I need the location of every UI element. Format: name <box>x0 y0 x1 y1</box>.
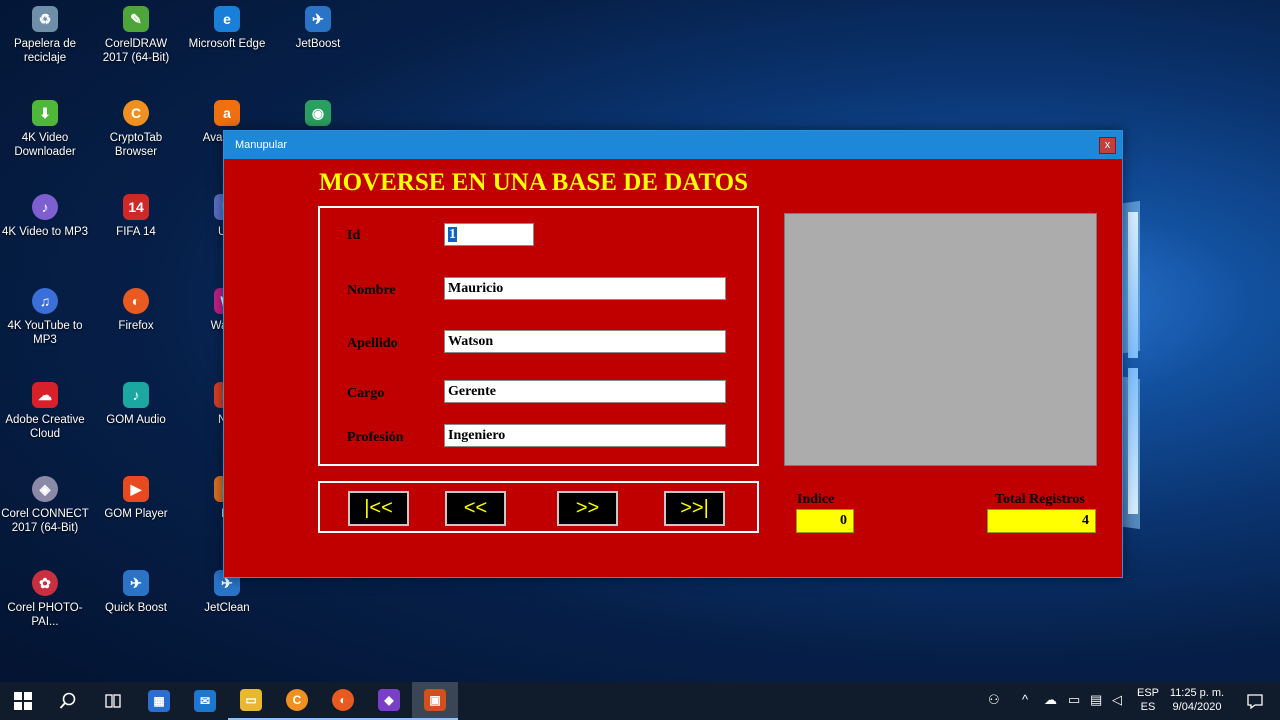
firefox-icon: ◐ <box>123 288 149 314</box>
app-globe-icon: ◉ <box>305 100 331 126</box>
4k-video-to-mp3-icon: ♪ <box>32 194 58 220</box>
record-fields-frame: Id 1 Nombre Mauricio Apellido Watson Car… <box>318 206 759 466</box>
previous-record-button[interactable]: << <box>445 491 506 526</box>
language-bottom: ES <box>1140 701 1156 713</box>
next-record-button[interactable]: >> <box>557 491 618 526</box>
network-icon[interactable]: ▤ <box>1090 692 1102 708</box>
task-view-button[interactable] <box>90 682 136 720</box>
indice-label: Indice <box>797 492 835 507</box>
taskbar-file-explorer[interactable]: ▭ <box>228 682 274 720</box>
taskbar: ▦ ✉ ▭ C ◐ ◆ ▣ ⚇ ^ ☁ ▭ ▤ ◁ ESP ES 11:25 p… <box>0 682 1280 720</box>
form-heading: MOVERSE EN UNA BASE DE DATOS <box>319 169 749 196</box>
desktop-icon-edge[interactable]: e Microsoft Edge <box>182 6 272 51</box>
desktop-icon-4k-video-to-mp3[interactable]: ♪ 4K Video to MP3 <box>0 194 90 239</box>
fifa-icon: 14 <box>123 194 149 220</box>
language-top: ESP <box>1136 687 1159 699</box>
quick-boost-icon: ✈ <box>123 570 149 596</box>
taskbar-running-app[interactable]: ▣ <box>412 682 458 720</box>
app-window: Manupular x MOVERSE EN UNA BASE DE DATOS… <box>223 130 1123 578</box>
desktop-icon-globe-app[interactable]: ◉ <box>273 100 363 131</box>
running-app-icon: ▣ <box>424 689 446 711</box>
first-record-button[interactable]: |<< <box>348 491 409 526</box>
4k-video-downloader-icon: ⬇ <box>32 100 58 126</box>
nombre-label: Nombre <box>347 283 396 298</box>
taskbar-mail[interactable]: ✉ <box>182 682 228 720</box>
taskbar-firefox[interactable]: ◐ <box>320 682 366 720</box>
desktop-icon-firefox[interactable]: ◐ Firefox <box>91 288 181 333</box>
clock-time: 11:25 p. m. <box>1169 687 1225 699</box>
desktop-icon-4k-video-downloader[interactable]: ⬇ 4K Video Downloader <box>0 100 90 159</box>
notification-center-button[interactable] <box>1232 682 1278 720</box>
desktop-icon-corel-photo-paint[interactable]: ✿ Corel PHOTO-PAI... <box>0 570 90 629</box>
taskbar-visual-studio[interactable]: ◆ <box>366 682 412 720</box>
desktop-icon-cryptotab[interactable]: C CryptoTab Browser <box>91 100 181 159</box>
id-label: Id <box>347 228 361 243</box>
close-button[interactable]: x <box>1099 137 1116 154</box>
mail-icon: ✉ <box>194 690 216 712</box>
recycle-bin-icon: ♻ <box>32 6 58 32</box>
jetboost-icon: ✈ <box>305 6 331 32</box>
nombre-field[interactable]: Mauricio <box>444 277 726 300</box>
window-client-area: MOVERSE EN UNA BASE DE DATOS Id 1 Nombre… <box>229 159 1117 574</box>
people-icon[interactable]: ⚇ <box>988 692 1000 708</box>
navigation-frame: |<< << >> >>| <box>318 481 759 533</box>
corel-connect-icon: ◈ <box>32 476 58 502</box>
search-icon <box>59 692 76 709</box>
corel-photopaint-icon: ✿ <box>32 570 58 596</box>
window-titlebar[interactable]: Manupular x <box>224 131 1122 159</box>
desktop-icon-fifa-14[interactable]: 14 FIFA 14 <box>91 194 181 239</box>
last-record-button[interactable]: >>| <box>664 491 725 526</box>
profesion-label: Profesión <box>347 430 404 445</box>
notification-icon <box>1247 694 1263 710</box>
photo-placeholder <box>784 213 1097 466</box>
visual-studio-icon: ◆ <box>378 689 400 711</box>
window-title: Manupular <box>235 139 287 151</box>
id-field[interactable]: 1 <box>444 223 534 246</box>
total-registros-label: Total Registros <box>995 492 1085 507</box>
battery-icon[interactable]: ▭ <box>1068 692 1080 708</box>
4k-youtube-to-mp3-icon: ♫ <box>32 288 58 314</box>
cryptotab-icon: C <box>123 100 149 126</box>
start-windows-icon <box>14 692 32 710</box>
wallpaper-beam-edge-upper <box>1128 212 1138 358</box>
profesion-field[interactable]: Ingeniero <box>444 424 726 447</box>
desktop-icon-coreldraw[interactable]: ✎ CorelDRAW 2017 (64-Bit) <box>91 6 181 65</box>
store-icon: ▦ <box>148 690 170 712</box>
apellido-field[interactable]: Watson <box>444 330 726 353</box>
coreldraw-icon: ✎ <box>123 6 149 32</box>
cargo-label: Cargo <box>347 386 385 401</box>
total-registros-value: 4 <box>987 509 1096 533</box>
gom-audio-icon: ♪ <box>123 382 149 408</box>
onedrive-icon[interactable]: ☁ <box>1044 692 1057 708</box>
desktop-icon-jetboost[interactable]: ✈ JetBoost <box>273 6 363 51</box>
clock[interactable]: 11:25 p. m. 9/04/2020 <box>1164 686 1230 714</box>
wallpaper-beam-edge-lower <box>1128 368 1138 514</box>
apellido-label: Apellido <box>347 336 398 351</box>
cryptotab-icon: C <box>286 689 308 711</box>
desktop-icon-corel-connect[interactable]: ◈ Corel CONNECT 2017 (64-Bit) <box>0 476 90 535</box>
volume-icon[interactable]: ◁ <box>1112 692 1122 708</box>
gom-player-icon: ▶ <box>123 476 149 502</box>
desktop-icon-recycle-bin[interactable]: ♻ Papelera de reciclaje <box>0 6 90 65</box>
desktop-icon-4k-youtube-to-mp3[interactable]: ♫ 4K YouTube to MP3 <box>0 288 90 347</box>
language-indicator[interactable]: ESP ES <box>1134 686 1162 714</box>
chevron-up-icon[interactable]: ^ <box>1022 692 1028 707</box>
task-view-icon <box>105 694 121 708</box>
desktop-icon-adobe-creative-cloud[interactable]: ☁ Adobe Creative Cloud <box>0 382 90 441</box>
edge-icon: e <box>214 6 240 32</box>
indice-value: 0 <box>796 509 854 533</box>
start-button[interactable] <box>0 682 46 720</box>
firefox-icon: ◐ <box>332 689 354 711</box>
desktop-icon-quick-boost[interactable]: ✈ Quick Boost <box>91 570 181 615</box>
avast-icon: a <box>214 100 240 126</box>
clock-date: 9/04/2020 <box>1172 701 1222 713</box>
taskbar-store[interactable]: ▦ <box>136 682 182 720</box>
desktop-icon-gom-audio[interactable]: ♪ GOM Audio <box>91 382 181 427</box>
desktop-icon-gom-player[interactable]: ▶ GOM Player <box>91 476 181 521</box>
taskbar-cryptotab[interactable]: C <box>274 682 320 720</box>
creative-cloud-icon: ☁ <box>32 382 58 408</box>
cargo-field[interactable]: Gerente <box>444 380 726 403</box>
search-button[interactable] <box>45 682 91 720</box>
file-explorer-icon: ▭ <box>240 689 262 711</box>
